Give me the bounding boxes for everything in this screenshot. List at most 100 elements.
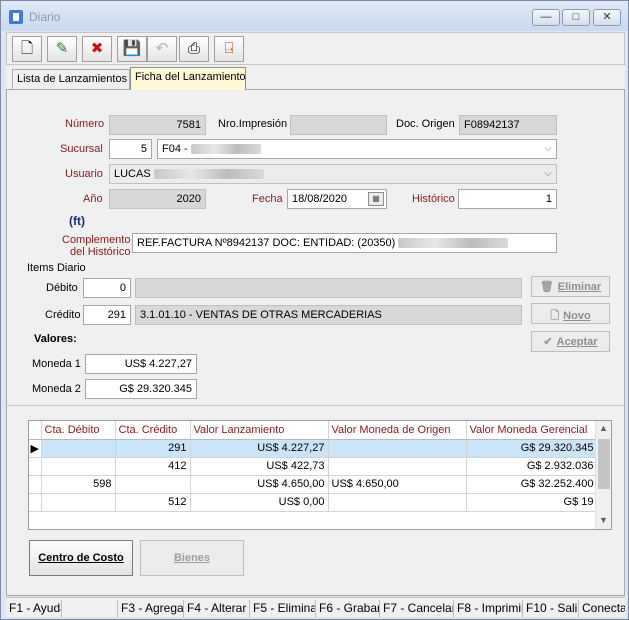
tab-ficha-lanzamiento[interactable]: Ficha del Lanzamiento [130, 67, 246, 90]
cell[interactable]: US$ 0,00 [190, 493, 329, 512]
cell[interactable]: US$ 4.650,00 [190, 475, 329, 494]
scroll-up-icon[interactable]: ▲ [599, 423, 608, 433]
cell[interactable]: G$ 2.932.036 [466, 457, 598, 476]
cell[interactable]: US$ 4.227,27 [190, 439, 329, 458]
cell[interactable] [115, 475, 191, 494]
table-row[interactable]: 412 US$ 422,73 G$ 2.932.036 [29, 457, 598, 476]
credito-label: Crédito [45, 309, 81, 321]
minimize-button[interactable]: — [532, 9, 560, 26]
table-row[interactable]: 598 US$ 4.650,00 US$ 4.650,00 G$ 32.252.… [29, 475, 598, 494]
grid-scrollbar[interactable]: ▲ ▼ [595, 421, 611, 529]
doc-origen-label: Doc. Origen [396, 118, 455, 130]
nro-impresion-field [290, 115, 387, 135]
toolbar: 🗋 ✎ ✖ 💾 ↶ ⎙ ⍈ [6, 32, 625, 65]
fecha-input[interactable]: 18/08/2020 ▦ [287, 189, 387, 209]
cell[interactable] [41, 439, 116, 458]
row-indicator [29, 475, 42, 494]
status-connection: Conectado [582, 601, 625, 615]
calendar-icon[interactable]: ▦ [368, 192, 384, 206]
ano-label: Año [83, 193, 103, 205]
moneda1-input[interactable]: US$ 4.227,27 [85, 354, 197, 374]
ficha-panel: Número 7581 Nro.Impresión Doc. Origen F0… [6, 89, 625, 596]
cell[interactable]: US$ 4.650,00 [328, 475, 467, 494]
exit-icon[interactable]: ⍈ [214, 36, 244, 62]
table-row[interactable]: 512 US$ 0,00 G$ 19 [29, 493, 598, 512]
tab-lista-lanzamientos[interactable]: Lista de Lanzamientos [12, 69, 130, 90]
status-f4: F4 - Alterar [184, 600, 250, 617]
valores-label: Valores: [34, 333, 77, 345]
moneda2-label: Moneda 2 [32, 383, 81, 395]
sucursal-select[interactable]: F04 - ⌵ [157, 139, 557, 159]
numero-label: Número [65, 118, 105, 130]
bienes-button[interactable]: Bienes [140, 540, 244, 576]
status-f10: F10 - Salir [523, 600, 579, 617]
cell[interactable] [328, 457, 467, 476]
centro-costo-button[interactable]: Centro de Costo [29, 540, 133, 576]
new-doc-icon: 🗋 [550, 310, 560, 322]
delete-icon[interactable]: ✖ [82, 36, 112, 62]
usuario-select[interactable]: LUCAS ⌵ [109, 164, 557, 184]
novo-button-label: Novo [563, 310, 591, 322]
complemento-label: Complemento del Histórico [62, 234, 130, 258]
cell[interactable] [41, 457, 116, 476]
cell[interactable]: 412 [115, 457, 191, 476]
numero-field: 7581 [109, 115, 206, 135]
cell[interactable]: 512 [115, 493, 191, 512]
section-divider [7, 405, 624, 406]
cell[interactable]: G$ 29.320.345 [466, 439, 598, 458]
cell[interactable] [328, 439, 467, 458]
eliminar-button[interactable]: 🗑 Eliminar [531, 276, 610, 297]
moneda1-label: Moneda 1 [32, 358, 81, 370]
undo-icon[interactable]: ↶ [147, 36, 177, 62]
status-bar: F1 - Ayuda F3 - Agregar F4 - Alterar F5 … [6, 597, 625, 617]
scroll-thumb[interactable] [598, 439, 610, 489]
sucursal-label: Sucursal [60, 143, 103, 155]
novo-button[interactable]: 🗋 Novo [531, 303, 610, 324]
debito-code-input[interactable]: 0 [83, 278, 131, 298]
new-icon[interactable]: 🗋 [12, 36, 42, 62]
cell[interactable]: US$ 422,73 [190, 457, 329, 476]
complemento-label-line2: del Histórico [69, 246, 131, 258]
cell[interactable]: 291 [115, 439, 191, 458]
col-valor-moneda-gerencial[interactable]: Valor Moneda Gerencial [466, 421, 598, 440]
historico-input[interactable]: 1 [458, 189, 557, 209]
status-f8: F8 - Imprimir [454, 600, 523, 617]
credito-code-input[interactable]: 291 [83, 305, 131, 325]
fecha-label: Fecha [252, 193, 283, 205]
ft-label: (ft) [69, 214, 85, 228]
title-bar: Diario — □ ✕ [1, 1, 628, 31]
moneda2-input[interactable]: G$ 29.320.345 [85, 379, 197, 399]
row-selected-icon: ▶ [29, 439, 42, 458]
complemento-input[interactable]: REF.FACTURA Nº8942137 DOC: ENTIDAD: (203… [132, 233, 557, 253]
table-row[interactable]: ▶ 291 US$ 4.227,27 G$ 29.320.345 [29, 439, 598, 458]
aceptar-button-label: Aceptar [556, 336, 598, 348]
complemento-label-line1: Complemento [62, 234, 131, 246]
cell[interactable]: G$ 32.252.400 [466, 475, 598, 494]
col-valor-moneda-origen[interactable]: Valor Moneda de Origen [328, 421, 467, 440]
cell[interactable] [41, 493, 116, 512]
main-area: Lista de Lanzamientos Ficha del Lanzamie… [6, 65, 625, 596]
cell[interactable] [328, 493, 467, 512]
edit-icon[interactable]: ✎ [47, 36, 77, 62]
col-cta-credito[interactable]: Cta. Crédito [115, 421, 191, 440]
historico-label: Histórico [412, 193, 455, 205]
maximize-button[interactable]: □ [562, 9, 590, 26]
row-indicator [29, 493, 42, 512]
save-icon[interactable]: 💾 [117, 36, 147, 62]
scroll-down-icon[interactable]: ▼ [599, 515, 608, 525]
status-f1: F1 - Ayuda [6, 600, 62, 617]
aceptar-button[interactable]: ✔ Aceptar [531, 331, 610, 352]
cell[interactable]: G$ 19 [466, 493, 598, 512]
redacted-text [190, 144, 261, 155]
col-valor-lanzamiento[interactable]: Valor Lanzamiento [190, 421, 329, 440]
close-button[interactable]: ✕ [593, 9, 621, 26]
cell[interactable]: 598 [41, 475, 116, 494]
nro-impresion-label: Nro.Impresión [218, 118, 288, 130]
print-icon[interactable]: ⎙ [179, 36, 209, 62]
status-f7: F7 - Cancelar [380, 600, 454, 617]
sucursal-code-input[interactable]: 5 [109, 139, 152, 159]
diario-window: Diario — □ ✕ 🗋 ✎ ✖ 💾 ↶ ⎙ ⍈ Lista de Lanz… [0, 0, 629, 620]
redacted-text [153, 169, 264, 180]
col-cta-debito[interactable]: Cta. Débito [41, 421, 116, 440]
lancamentos-grid[interactable]: Cta. Débito Cta. Crédito Valor Lanzamien… [28, 420, 612, 530]
